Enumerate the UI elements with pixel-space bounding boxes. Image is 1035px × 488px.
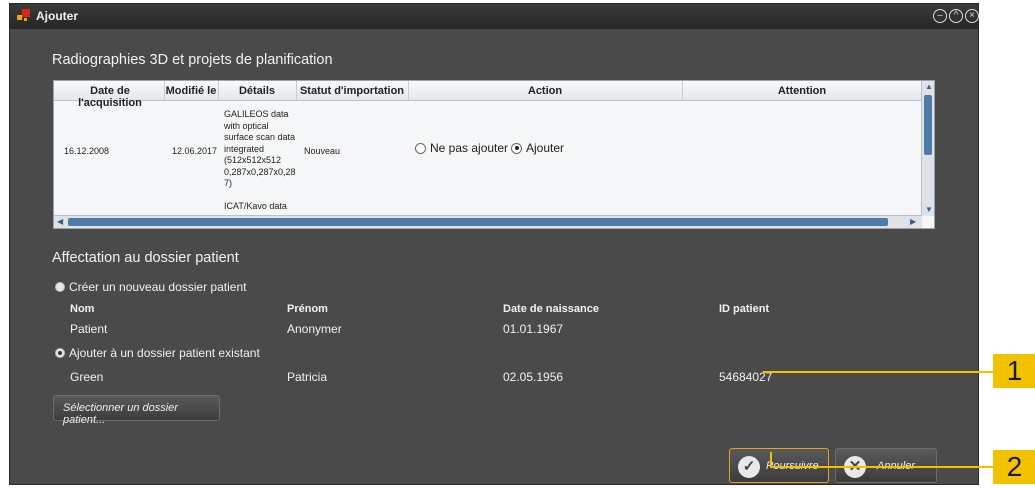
select-patient-file-button[interactable]: Sélectionner un dossier patient... [53, 395, 220, 426]
table-header: Date de l'acquisition Modifié le Détails… [54, 81, 922, 109]
minimize-icon[interactable]: – [933, 9, 947, 23]
column-modified[interactable]: Modifié le [165, 85, 217, 97]
restore-icon[interactable]: ^ [949, 9, 963, 23]
vertical-scrollbar[interactable]: ▲ ▼ [921, 81, 934, 216]
new-patient-birthdate: 01.01.1967 [503, 322, 564, 336]
header-firstname: Prénom [287, 303, 328, 315]
app-logo-icon [17, 9, 30, 21]
cell-details: GALILEOS data with optical surface scan … [224, 109, 296, 188]
existing-patient-birthdate: 02.05.1956 [503, 370, 564, 384]
existing-patient-firstname: Patricia [287, 370, 328, 384]
option-new-patient[interactable]: Créer un nouveau dossier patient [55, 280, 246, 294]
cell-import-status: Nouveau [304, 146, 341, 156]
scroll-right-icon[interactable]: ▶ [910, 217, 916, 226]
add-dialog: Ajouter – ^ × Radiographies 3D et projet… [9, 3, 979, 485]
scroll-left-icon[interactable]: ◀ [57, 217, 63, 226]
header-patient-id: ID patient [719, 303, 770, 315]
new-patient-name: Patient [70, 322, 108, 336]
existing-patient-name: Green [70, 370, 104, 384]
vertical-scroll-thumb[interactable] [924, 95, 932, 155]
column-attention[interactable]: Attention [683, 85, 921, 97]
column-acquisition-date[interactable]: Date de l'acquisition [58, 85, 162, 109]
horizontal-scrollbar[interactable]: ◀ ▶ [54, 215, 922, 228]
callout-1-line [763, 371, 993, 373]
close-icon[interactable]: × [965, 9, 979, 23]
cell-acquisition-date: 16.12.2008 [64, 146, 110, 156]
radio-existing-patient[interactable] [55, 348, 65, 358]
option-existing-patient[interactable]: Ajouter à un dossier patient existant [55, 346, 260, 360]
action-option-add[interactable]: Ajouter [511, 141, 564, 155]
callout-1-badge: 1 [993, 354, 1035, 388]
cell-details-next-row: ICAT/Kavo data [224, 201, 287, 211]
title-bar: Ajouter – ^ × [10, 4, 979, 29]
new-patient-firstname: Anonymer [287, 322, 342, 336]
checkmark-icon: ✓ [738, 456, 760, 478]
column-import-status[interactable]: Statut d'importation [297, 85, 407, 97]
action-option-no-add[interactable]: Ne pas ajouter [415, 141, 508, 155]
radio-no-add[interactable] [415, 142, 426, 154]
scroll-down-icon[interactable]: ▼ [925, 205, 933, 214]
callout-2-line [770, 466, 993, 468]
header-birthdate: Date de naissance [503, 303, 599, 315]
window-title: Ajouter [36, 9, 78, 23]
scroll-up-icon[interactable]: ▲ [925, 82, 933, 91]
cell-modified-date: 12.06.2017 [172, 146, 218, 156]
radio-new-patient[interactable] [55, 282, 65, 292]
column-action[interactable]: Action [409, 85, 681, 97]
callout-2-badge: 2 [993, 450, 1035, 484]
patient-section-title: Affectation au dossier patient [52, 250, 239, 266]
radiographs-section-title: Radiographies 3D et projets de planifica… [52, 52, 333, 68]
column-details[interactable]: Détails [219, 85, 295, 97]
horizontal-scroll-thumb[interactable] [68, 218, 888, 226]
radio-add[interactable] [511, 142, 522, 154]
header-name: Nom [70, 303, 95, 315]
